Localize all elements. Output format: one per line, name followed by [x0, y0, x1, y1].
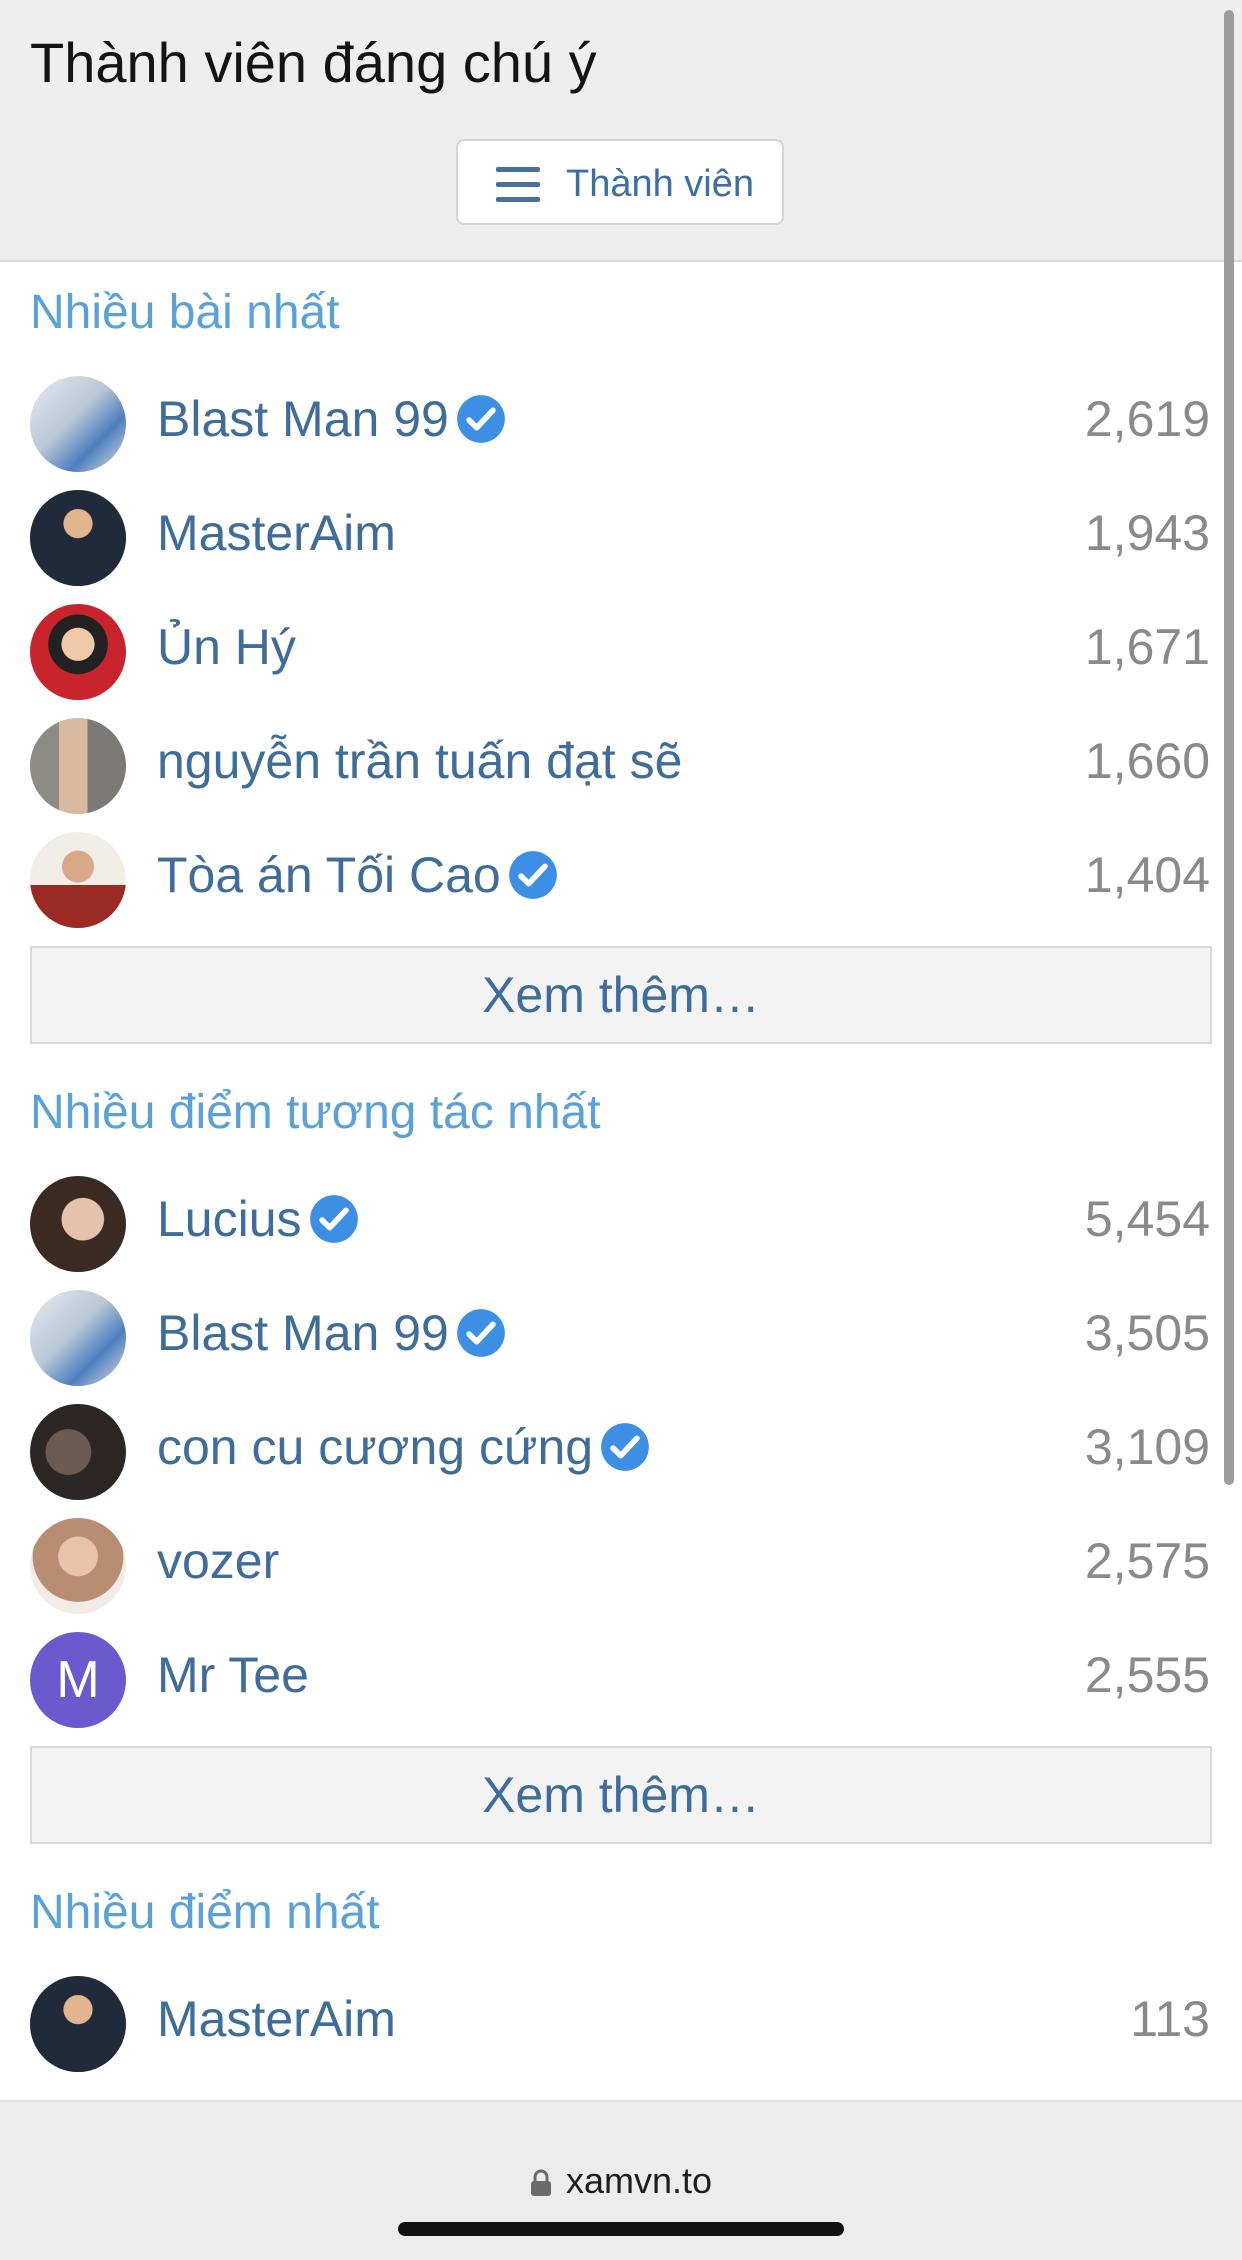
avatar[interactable]: M	[30, 1632, 126, 1728]
lock-icon	[530, 2170, 551, 2197]
avatar[interactable]	[30, 1404, 126, 1500]
member-row[interactable]: con cu cương cứng 3,109	[0, 1394, 1242, 1508]
members-button-label: Thành viên	[566, 163, 755, 205]
avatar[interactable]	[30, 718, 126, 814]
member-name[interactable]: Ủn Hý	[157, 618, 296, 676]
member-count: 3,505	[1084, 1305, 1210, 1361]
member-name[interactable]: Blast Man 99	[157, 1304, 507, 1362]
member-row[interactable]: Blast Man 99 3,505	[0, 1280, 1242, 1394]
member-name[interactable]: vozer	[157, 1532, 279, 1590]
avatar[interactable]	[30, 604, 126, 700]
member-count: 113	[1130, 1991, 1210, 2047]
home-indicator[interactable]	[398, 2222, 844, 2236]
avatar[interactable]	[30, 1518, 126, 1614]
member-count: 5,454	[1084, 1191, 1210, 1247]
member-name[interactable]: con cu cương cứng	[157, 1418, 651, 1476]
member-name-text[interactable]: Tòa án Tối Cao	[157, 846, 501, 904]
member-name[interactable]: Tòa án Tối Cao	[157, 846, 559, 904]
member-name-text[interactable]: Mr Tee	[157, 1646, 309, 1704]
address-bar[interactable]: xamvn.to	[0, 2160, 1242, 2202]
hamburger-menu-icon	[496, 167, 540, 202]
member-count: 1,671	[1084, 619, 1210, 675]
member-row[interactable]: Tòa án Tối Cao 1,404	[0, 822, 1242, 936]
verified-badge-icon	[456, 1309, 505, 1357]
member-name-text[interactable]: nguyễn trần tuấn đạt sẽ	[157, 732, 682, 790]
avatar[interactable]	[30, 1290, 126, 1386]
member-row[interactable]: MasterAim 1,943	[0, 480, 1242, 594]
member-count: 1,943	[1084, 505, 1210, 561]
member-row[interactable]: vozer 2,575	[0, 1508, 1242, 1622]
see-more-button[interactable]: Xem thêm…	[30, 946, 1212, 1044]
member-name[interactable]: Lucius	[157, 1190, 360, 1248]
member-row[interactable]: M Mr Tee 2,555	[0, 1622, 1242, 1736]
verified-badge-icon	[309, 1195, 358, 1243]
member-name[interactable]: MasterAim	[157, 504, 396, 562]
avatar[interactable]	[30, 1976, 126, 2072]
member-count: 1,660	[1084, 733, 1210, 789]
member-name[interactable]: nguyễn trần tuấn đạt sẽ	[157, 732, 682, 790]
url-text: xamvn.to	[565, 2160, 713, 2201]
member-row[interactable]: Lucius 5,454	[0, 1166, 1242, 1280]
member-name[interactable]: Blast Man 99	[157, 390, 507, 448]
member-count: 2,555	[1084, 1647, 1210, 1703]
member-name-text[interactable]: con cu cương cứng	[157, 1418, 593, 1476]
member-name-text[interactable]: Ủn Hý	[157, 618, 296, 676]
members-menu-button[interactable]: Thành viên	[456, 139, 784, 225]
section-title-most-posts: Nhiều bài nhất	[30, 286, 340, 339]
member-count: 1,404	[1084, 847, 1210, 903]
avatar[interactable]	[30, 832, 126, 928]
see-more-button[interactable]: Xem thêm…	[30, 1746, 1212, 1844]
member-name[interactable]: MasterAim	[157, 1990, 396, 2048]
member-row[interactable]: MasterAim 113	[0, 1966, 1242, 2080]
browser-bottom-bar: xamvn.to	[0, 2100, 1242, 2260]
member-count: 2,619	[1084, 391, 1210, 447]
section-title-most-reactions: Nhiều điểm tương tác nhất	[30, 1086, 601, 1139]
member-row[interactable]: nguyễn trần tuấn đạt sẽ 1,660	[0, 708, 1242, 822]
avatar[interactable]	[30, 490, 126, 586]
header: Thành viên đáng chú ý Thành viên	[0, 0, 1242, 262]
verified-badge-icon	[508, 851, 557, 899]
member-name-text[interactable]: Lucius	[157, 1190, 302, 1248]
avatar[interactable]	[30, 1176, 126, 1272]
verified-badge-icon	[601, 1423, 649, 1471]
member-count: 3,109	[1084, 1419, 1210, 1475]
member-row[interactable]: Blast Man 99 2,619	[0, 366, 1242, 480]
member-name-text[interactable]: Blast Man 99	[157, 1304, 449, 1362]
member-name[interactable]: Mr Tee	[157, 1646, 309, 1704]
page-title: Thành viên đáng chú ý	[30, 31, 597, 94]
avatar[interactable]	[30, 376, 126, 472]
verified-badge-icon	[456, 395, 505, 443]
section-title-most-points: Nhiều điểm nhất	[30, 1886, 380, 1939]
member-name-text[interactable]: vozer	[157, 1532, 279, 1590]
member-name-text[interactable]: MasterAim	[157, 1990, 396, 2048]
member-count: 2,575	[1084, 1533, 1210, 1589]
member-row[interactable]: Ủn Hý 1,671	[0, 594, 1242, 708]
avatar-initial: M	[56, 1651, 100, 1709]
member-name-text[interactable]: MasterAim	[157, 504, 396, 562]
member-name-text[interactable]: Blast Man 99	[157, 390, 449, 448]
